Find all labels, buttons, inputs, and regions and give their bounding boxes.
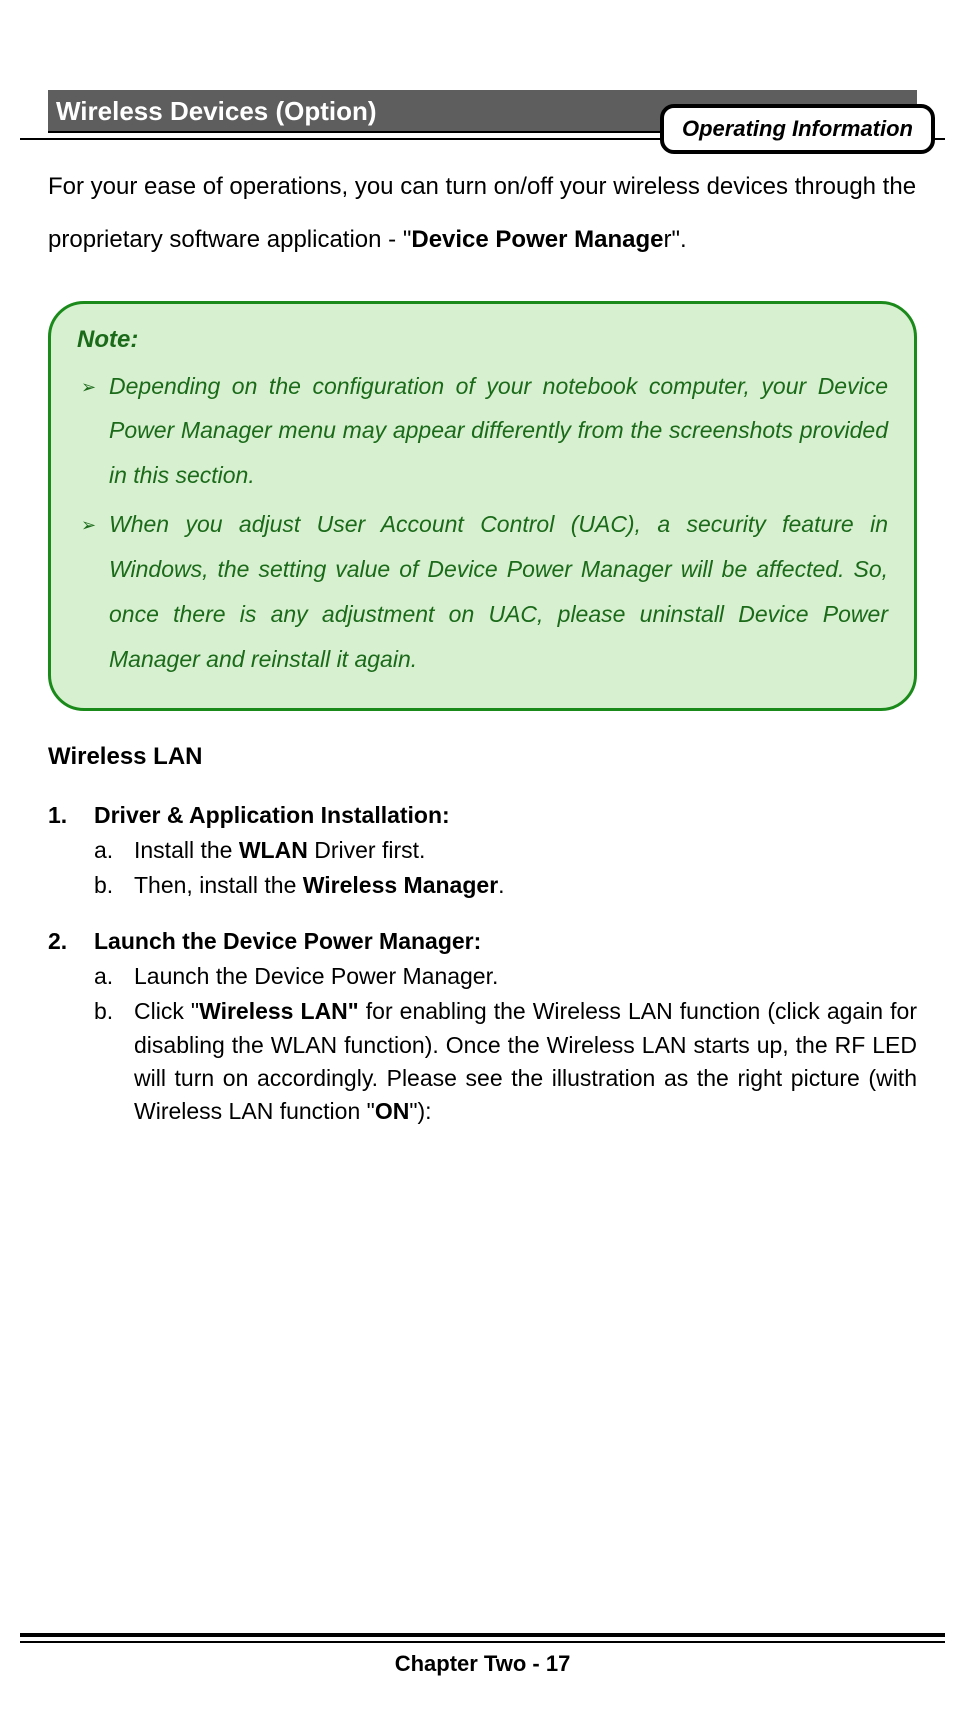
triangle-bullet-icon: ➢ bbox=[81, 502, 109, 681]
step-1-substeps: Install the WLAN Driver first. Then, ins… bbox=[48, 834, 917, 903]
header-badge: Operating Information bbox=[660, 104, 935, 154]
t: WLAN bbox=[239, 837, 308, 863]
step-title: Launch the Device Power Manager: bbox=[94, 925, 481, 958]
substep: Launch the Device Power Manager. bbox=[94, 960, 917, 993]
note-label: Note: bbox=[77, 326, 888, 354]
note-text: Depending on the configuration of your n… bbox=[109, 364, 888, 499]
t: Driver first. bbox=[308, 837, 426, 863]
substep: Then, install the Wireless Manager. bbox=[94, 869, 917, 902]
t: Click " bbox=[134, 998, 199, 1024]
t: Wireless Manager bbox=[303, 872, 498, 898]
triangle-bullet-icon: ➢ bbox=[81, 364, 109, 499]
step-1: Driver & Application Installation: Insta… bbox=[48, 799, 917, 903]
t: Launch the Device Power Manager. bbox=[134, 963, 498, 989]
t: "): bbox=[409, 1098, 431, 1124]
note-text: When you adjust User Account Control (UA… bbox=[109, 502, 888, 681]
page-footer: Chapter Two - 17 bbox=[0, 1651, 965, 1677]
note-box: Note: ➢ Depending on the configuration o… bbox=[48, 301, 917, 711]
note-list: ➢ Depending on the configuration of your… bbox=[77, 364, 888, 682]
intro-bold: Device Power Manage bbox=[411, 226, 663, 253]
t: Then, install the bbox=[134, 872, 303, 898]
step-2-substeps: Launch the Device Power Manager. Click "… bbox=[48, 960, 917, 1129]
intro-paragraph: For your ease of operations, you can tur… bbox=[48, 161, 917, 267]
t: Install the bbox=[134, 837, 239, 863]
step-2: Launch the Device Power Manager: Launch … bbox=[48, 925, 917, 1129]
bottom-rule-thin bbox=[20, 1641, 945, 1643]
ordered-steps: Driver & Application Installation: Insta… bbox=[48, 799, 917, 1129]
substep: Install the WLAN Driver first. bbox=[94, 834, 917, 867]
subheading-wireless-lan: Wireless LAN bbox=[48, 743, 917, 771]
step-title: Driver & Application Installation: bbox=[94, 799, 450, 832]
bottom-rule-thick bbox=[20, 1633, 945, 1637]
note-item: ➢ Depending on the configuration of your… bbox=[81, 364, 888, 499]
t: ON bbox=[375, 1098, 410, 1124]
page: Operating Information Wireless Devices (… bbox=[0, 90, 965, 1719]
intro-post: r". bbox=[663, 226, 686, 253]
t: . bbox=[498, 872, 504, 898]
illustration-placeholder bbox=[48, 1151, 917, 1591]
t: Wireless LAN" bbox=[199, 998, 359, 1024]
substep: Click "Wireless LAN" for enabling the Wi… bbox=[94, 995, 917, 1128]
note-item: ➢ When you adjust User Account Control (… bbox=[81, 502, 888, 681]
